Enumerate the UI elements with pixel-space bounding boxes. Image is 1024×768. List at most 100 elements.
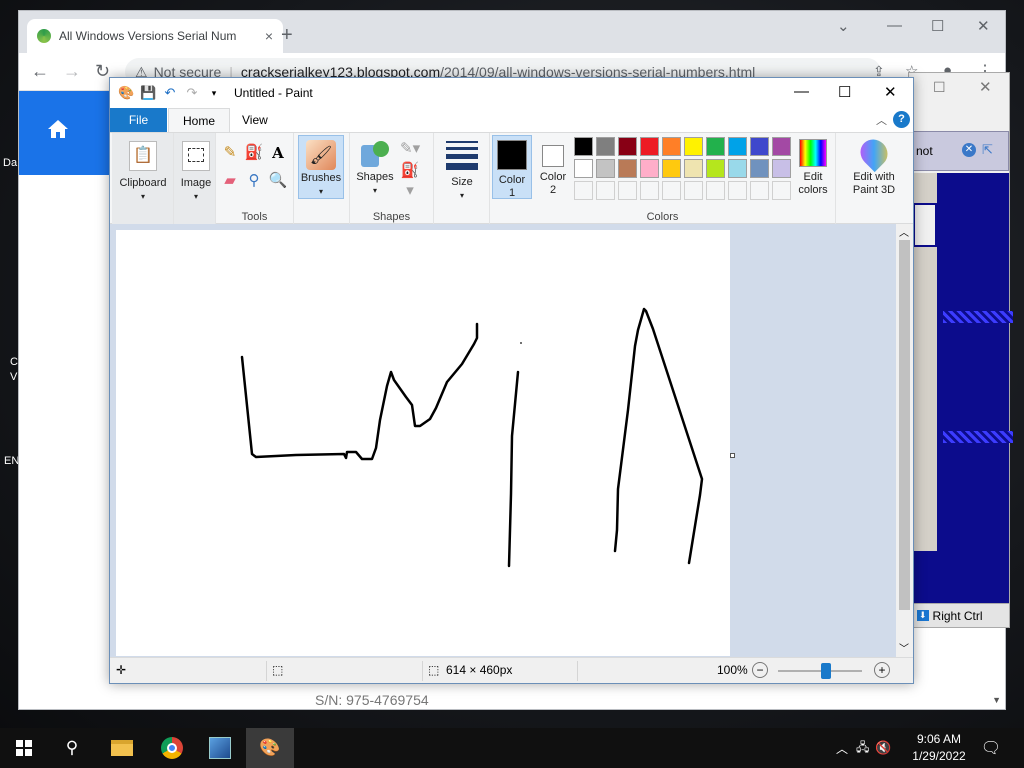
custom-color-slot[interactable] [574,181,593,200]
palette-color-swatch[interactable] [750,159,769,178]
edit-colors-button[interactable]: Edit colors [792,135,834,199]
palette-color-swatch[interactable] [684,137,703,156]
palette-color-swatch[interactable] [596,137,615,156]
palette-color-swatch[interactable] [772,137,791,156]
custom-color-slot[interactable] [684,181,703,200]
customize-qat-icon[interactable]: ▾ [206,85,222,101]
redo-icon[interactable]: ↷ [184,85,200,101]
search-button[interactable]: ⚲ [48,728,96,768]
tab-file[interactable]: File [110,108,167,132]
zoom-out-icon[interactable]: − [752,662,768,678]
custom-color-slot[interactable] [662,181,681,200]
palette-color-swatch[interactable] [574,137,593,156]
custom-color-slot[interactable] [728,181,747,200]
palette-color-swatch[interactable] [618,137,637,156]
help-icon[interactable]: ? [893,111,910,128]
palette-color-swatch[interactable] [728,137,747,156]
new-tab-button[interactable]: + [281,24,293,47]
palette-color-swatch[interactable] [706,137,725,156]
bg-close-icon[interactable]: ✕ [979,78,992,96]
paint-app-icon[interactable]: 🎨 [118,85,134,101]
paint-taskbar-button[interactable]: 🎨 [246,728,294,768]
palette-color-swatch[interactable] [728,159,747,178]
zoom-slider-thumb[interactable] [821,663,831,679]
network-icon[interactable]: 🖧 [856,738,869,759]
tab-search-icon[interactable]: ⌄ [837,17,850,35]
tab-view[interactable]: View [228,108,282,132]
scroll-down-arrow-icon[interactable]: ▼ [992,695,1001,705]
save-icon[interactable]: 💾 [140,85,156,101]
shapes-button[interactable]: Shapes ▾ [354,135,396,199]
custom-color-slot[interactable] [618,181,637,200]
clock[interactable]: 9:06 AM 1/29/2022 [903,731,975,765]
tab-home[interactable]: Home [168,108,231,132]
reload-icon[interactable]: ↻ [95,61,110,82]
custom-color-slot[interactable] [706,181,725,200]
scroll-thumb[interactable] [899,240,910,610]
zoom-in-icon[interactable]: + [874,662,890,678]
palette-color-swatch[interactable] [618,159,637,178]
palette-color-swatch[interactable] [574,159,593,178]
notifications-button[interactable]: 🗨 [968,728,1014,768]
forward-icon[interactable]: → [63,61,81,82]
edit-with-paint3d-button[interactable]: Edit with Paint 3D [844,133,904,199]
file-explorer-button[interactable] [98,728,146,768]
home-icon[interactable] [47,119,69,139]
app-2000-button[interactable] [196,728,244,768]
chrome-button[interactable] [148,728,196,768]
canvas-resize-handle[interactable] [730,453,735,458]
keyboard-arrow-icon: ⬇ [917,610,929,621]
undo-icon[interactable]: ↶ [162,85,178,101]
show-hidden-icons[interactable]: ︿ [836,740,848,757]
zoom-slider[interactable] [778,670,862,672]
close-icon[interactable]: ✕ [884,83,897,101]
scroll-down-icon[interactable]: ﹀ [899,640,909,655]
minimize-icon[interactable]: — [794,83,809,100]
back-icon[interactable]: ← [31,61,49,82]
collapse-ribbon-icon[interactable]: ︿ [876,112,887,128]
bg-pointer-icon[interactable]: ⇱ [982,142,993,158]
text-icon[interactable]: A [268,143,288,163]
tab-close-icon[interactable]: × [265,28,273,44]
palette-color-swatch[interactable] [662,137,681,156]
close-icon[interactable]: ✕ [977,17,990,35]
palette-color-swatch[interactable] [750,137,769,156]
color2-button[interactable]: Color 2 [534,135,572,199]
minimize-icon[interactable]: — [887,17,902,34]
eraser-icon[interactable]: ▰ [220,171,240,191]
vm-screen[interactable] [913,173,1013,605]
magnifier-icon[interactable]: 🔍 [268,171,288,191]
custom-color-slot[interactable] [750,181,769,200]
palette-color-swatch[interactable] [596,159,615,178]
size-button[interactable]: Size ▾ [440,135,484,200]
browser-tab[interactable]: All Windows Versions Serial Num × [27,19,283,53]
color-picker-icon[interactable]: ⚲ [244,171,264,191]
custom-color-slot[interactable] [640,181,659,200]
maximize-icon[interactable]: ☐ [931,17,944,35]
palette-color-swatch[interactable] [640,137,659,156]
palette-color-swatch[interactable] [640,159,659,178]
custom-color-slot[interactable] [772,181,791,200]
palette-color-swatch[interactable] [684,159,703,178]
drawing-canvas[interactable] [116,230,730,656]
scroll-up-icon[interactable]: ︿ [899,224,909,239]
palette-color-swatch[interactable] [662,159,681,178]
bg-maximize-icon[interactable]: ☐ [933,79,946,96]
vertical-scrollbar[interactable]: ︿ ﹀ [896,224,913,657]
volume-muted-icon[interactable]: 🔇 [875,740,891,756]
color1-button[interactable]: Color 1 [492,135,532,199]
start-button[interactable] [0,728,48,768]
pencil-icon[interactable]: ✎ [220,143,240,163]
palette-color-swatch[interactable] [706,159,725,178]
system-tray: ︿ 🖧 🔇 [836,728,892,768]
brushes-button[interactable]: 🖌 Brushes ▾ [298,135,344,199]
outline-icon[interactable]: ✎▾ [400,139,420,159]
clipboard-button[interactable]: 📋 Clipboard ▾ [114,135,172,217]
fill-icon[interactable]: ⛽▾ [400,161,420,199]
custom-color-slot[interactable] [596,181,615,200]
palette-color-swatch[interactable] [772,159,791,178]
image-button[interactable]: Image ▾ [176,135,216,217]
fill-bucket-icon[interactable]: ⛽ [244,143,264,163]
maximize-icon[interactable]: ☐ [838,83,851,101]
bg-close-x-icon[interactable]: ✕ [962,143,976,157]
